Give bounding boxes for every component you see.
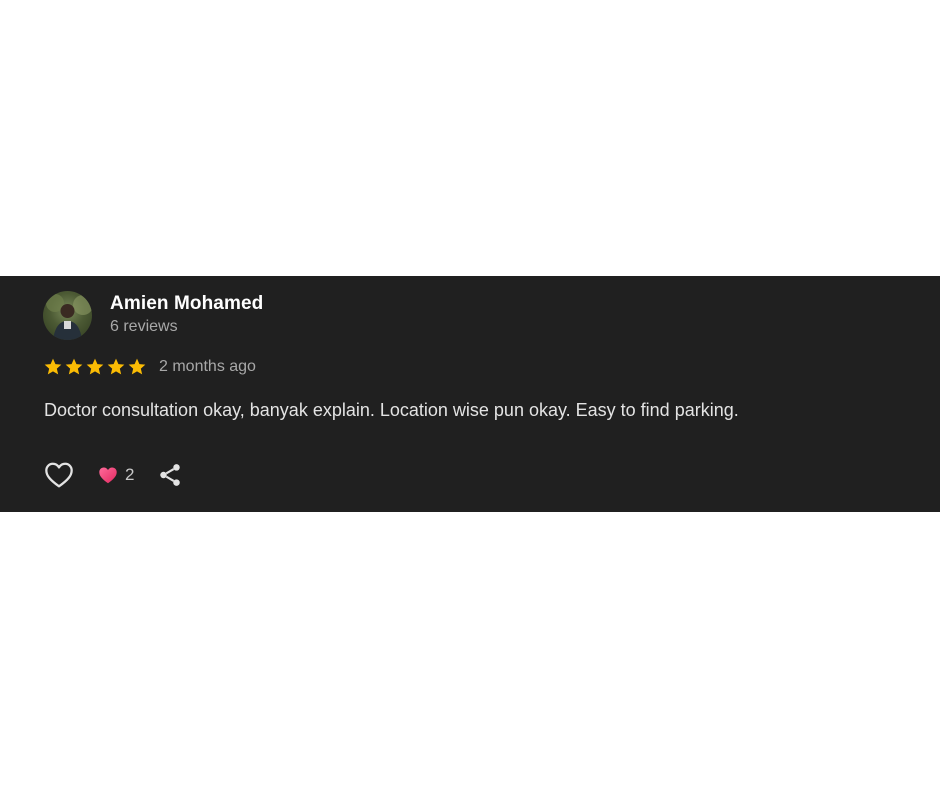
star-icon <box>128 358 146 375</box>
star-icon <box>65 358 83 375</box>
star-icon <box>86 358 104 375</box>
like-button[interactable] <box>43 459 75 491</box>
review-card: Amien Mohamed 6 reviews 2 months ago Doc… <box>0 276 940 512</box>
review-timestamp: 2 months ago <box>159 358 256 375</box>
star-rating <box>43 357 148 377</box>
heart-outline-icon <box>45 462 73 488</box>
heart-filled-icon <box>99 467 117 484</box>
reaction-summary[interactable]: 2 <box>97 464 134 486</box>
avatar[interactable] <box>43 291 92 340</box>
reviewer-name[interactable]: Amien Mohamed <box>110 293 263 315</box>
avatar-image <box>46 294 92 340</box>
review-actions: 2 <box>43 459 184 491</box>
share-button[interactable] <box>156 461 184 489</box>
page: Amien Mohamed 6 reviews 2 months ago Doc… <box>0 0 940 788</box>
share-icon <box>160 464 181 486</box>
review-count: 6 reviews <box>110 318 178 335</box>
star-icon <box>107 358 125 375</box>
star-icon <box>44 358 62 375</box>
reaction-count: 2 <box>125 465 135 484</box>
rating-row: 2 months ago <box>43 356 256 378</box>
review-text: Doctor consultation okay, banyak explain… <box>44 400 739 420</box>
